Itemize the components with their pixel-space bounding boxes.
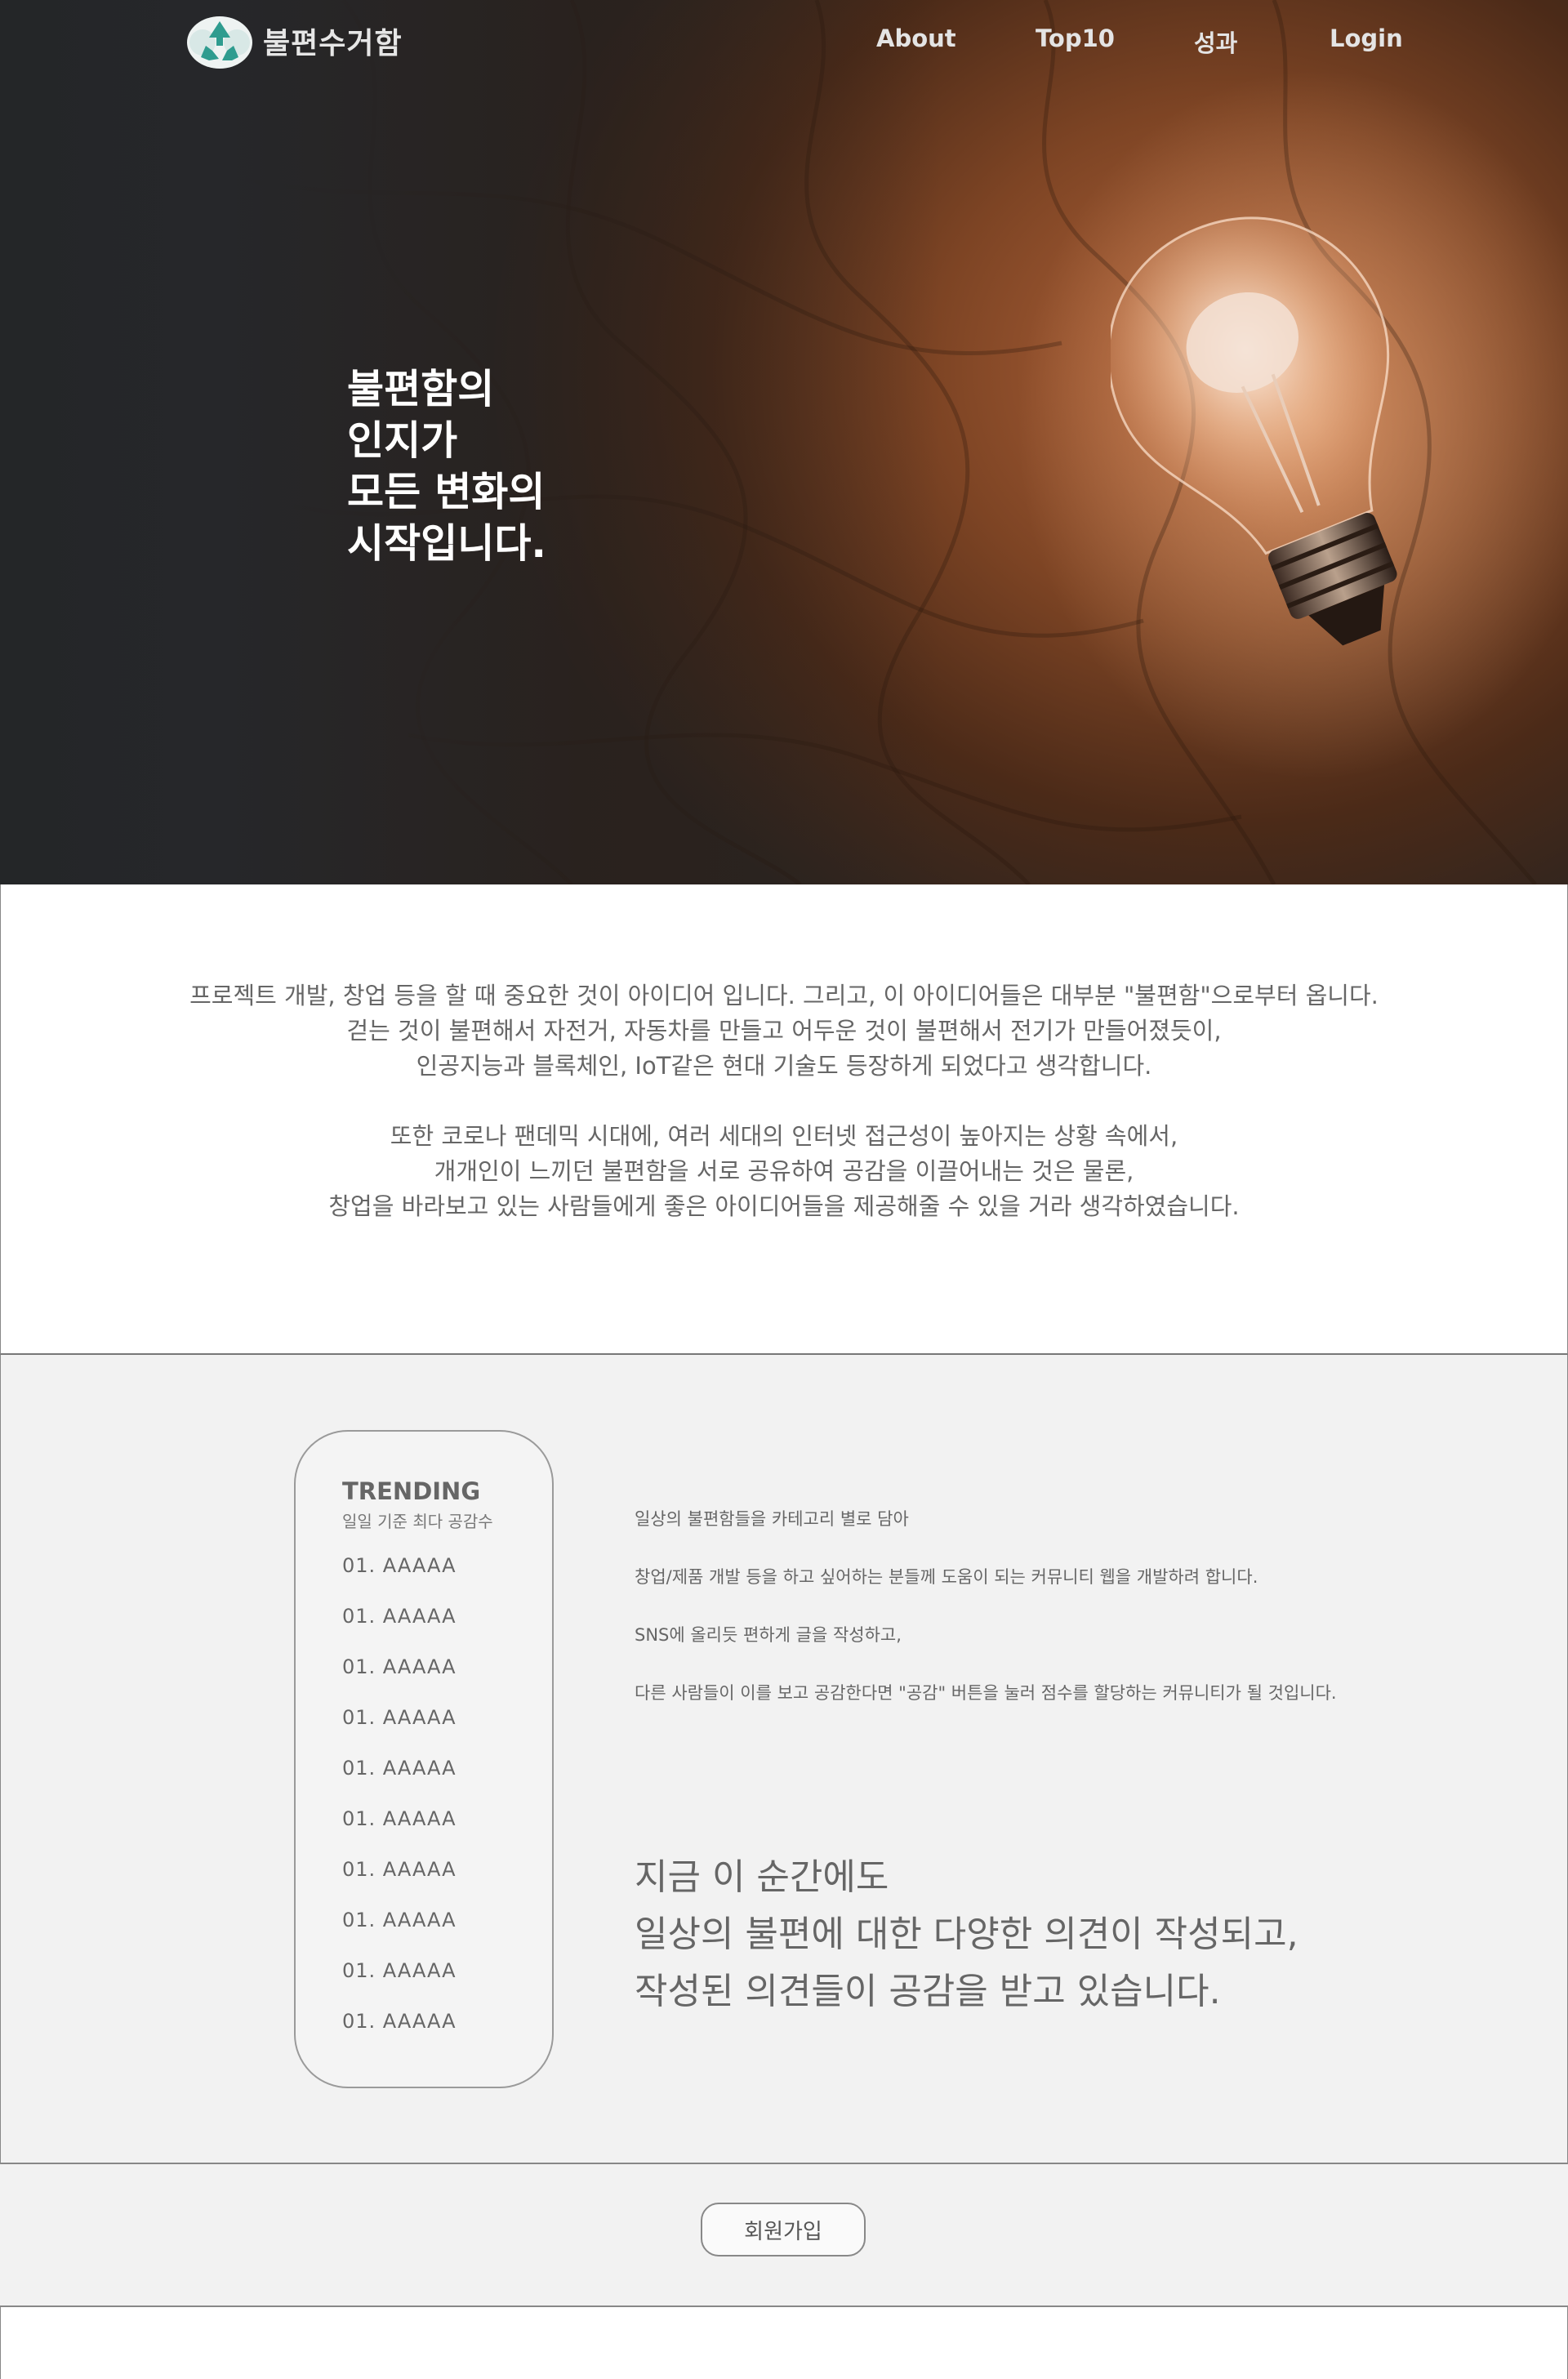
live-headline: 지금 이 순간에도 일상의 불편에 대한 다양한 의견이 작성되고, 작성된 의…: [635, 1849, 1298, 2020]
trending-item[interactable]: 01. AAAAA: [342, 1858, 457, 1909]
intro-line: 프로젝트 개발, 창업 등을 할 때 중요한 것이 아이디어 입니다. 그리고,…: [189, 982, 1379, 1009]
service-description: 일상의 불편함들을 카테고리 별로 담아 창업/제품 개발 등을 하고 싶어하는…: [635, 1510, 1337, 1742]
intro-line: 인공지능과 블록체인, IoT같은 현대 기술도 등장하게 되었다고 생각합니다…: [416, 1052, 1152, 1080]
trending-item[interactable]: 01. AAAAA: [342, 1807, 457, 1858]
headline-line: 일상의 불편에 대한 다양한 의견이 작성되고,: [635, 1913, 1298, 1955]
hero-line: 모든 변화의: [347, 469, 546, 515]
headline-line: 지금 이 순간에도: [635, 1856, 889, 1898]
hero-line: 인지가: [347, 417, 458, 464]
hero-line: 시작입니다.: [347, 520, 547, 567]
intro-paragraph-1: 프로젝트 개발, 창업 등을 할 때 중요한 것이 아이디어 입니다. 그리고,…: [1, 978, 1567, 1084]
intro-line: 창업을 바라보고 있는 사람들에게 좋은 아이디어들을 제공해줄 수 있을 거라…: [328, 1192, 1240, 1220]
recycle-icon: [187, 16, 252, 69]
hero-banner: 불편수거함 About Top10 성과 Login 불편함의 인지가 모든 변…: [0, 0, 1568, 884]
description-line: 일상의 불편함들을 카테고리 별로 담아: [635, 1509, 909, 1529]
nav-login[interactable]: Login: [1330, 25, 1403, 52]
description-line: 다른 사람들이 이를 보고 공감한다면 "공감" 버튼을 눌러 점수를 할당하는…: [635, 1683, 1337, 1703]
brand-logo[interactable]: 불편수거함: [185, 10, 403, 72]
lightbulb-image: [1111, 216, 1397, 646]
trending-item[interactable]: 01. AAAAA: [342, 1554, 457, 1605]
nav-results[interactable]: 성과: [1194, 25, 1237, 59]
trending-item[interactable]: 01. AAAAA: [342, 1655, 457, 1706]
intro-section: 프로젝트 개발, 창업 등을 할 때 중요한 것이 아이디어 입니다. 그리고,…: [0, 884, 1568, 1355]
trending-item[interactable]: 01. AAAAA: [342, 1757, 457, 1807]
nav-about[interactable]: About: [876, 25, 956, 52]
description-line: SNS에 올리듯 편하게 글을 작성하고,: [635, 1625, 902, 1645]
intro-line: 개개인이 느끼던 불편함을 서로 공유하여 공감을 이끌어내는 것은 물론,: [434, 1157, 1134, 1185]
trending-list: 01. AAAAA 01. AAAAA 01. AAAAA 01. AAAAA …: [342, 1554, 457, 2060]
trending-item[interactable]: 01. AAAAA: [342, 2010, 457, 2060]
intro-line: 걷는 것이 불편해서 자전거, 자동차를 만들고 어두운 것이 불편해서 전기가…: [346, 1017, 1222, 1045]
top-nav: 불편수거함 About Top10 성과 Login: [0, 0, 1568, 82]
nav-top10[interactable]: Top10: [1036, 25, 1115, 52]
headline-line: 작성된 의견들이 공감을 받고 있습니다.: [635, 1971, 1221, 2012]
trending-item[interactable]: 01. AAAAA: [342, 1706, 457, 1757]
intro-line: 또한 코로나 팬데믹 시대에, 여러 세대의 인터넷 접근성이 높아지는 상황 …: [390, 1122, 1178, 1150]
description-line: 창업/제품 개발 등을 하고 싶어하는 분들께 도움이 되는 커뮤니티 웹을 개…: [635, 1567, 1258, 1587]
brand-name: 불편수거함: [263, 27, 403, 60]
trending-item[interactable]: 01. AAAAA: [342, 1605, 457, 1655]
intro-paragraph-2: 또한 코로나 팬데믹 시대에, 여러 세대의 인터넷 접근성이 높아지는 상황 …: [1, 1119, 1567, 1224]
trending-subtitle: 일일 기준 최다 공감수: [342, 1512, 493, 1531]
signup-button[interactable]: 회원가입: [701, 2203, 866, 2256]
trending-card: TRENDING 일일 기준 최다 공감수 01. AAAAA 01. AAAA…: [294, 1430, 554, 2088]
trending-item[interactable]: 01. AAAAA: [342, 1959, 457, 2010]
community-section: TRENDING 일일 기준 최다 공감수 01. AAAAA 01. AAAA…: [0, 1355, 1568, 2164]
footer-section: [0, 2305, 1568, 2379]
trending-title: TRENDING: [342, 1477, 481, 1505]
hero-headline: 불편함의 인지가 모든 변화의 시작입니다.: [347, 363, 546, 569]
trending-item[interactable]: 01. AAAAA: [342, 1909, 457, 1959]
hero-line: 불편함의: [347, 366, 495, 412]
